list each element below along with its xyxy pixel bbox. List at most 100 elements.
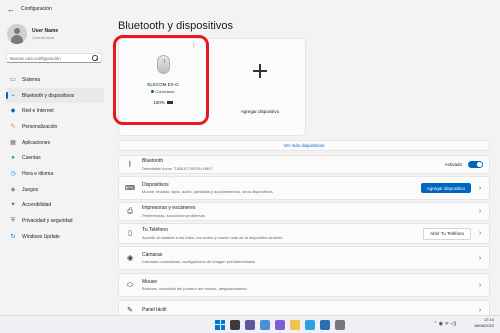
sidebar-item-label: Personalización bbox=[22, 123, 58, 130]
camera-icon: ◉ bbox=[126, 254, 134, 262]
toggle-state-label: Activado bbox=[444, 162, 462, 167]
row-subtitle: Cámaras conectadas, configuración de ima… bbox=[142, 259, 255, 265]
chevron-right-icon[interactable]: › bbox=[477, 282, 483, 289]
settings-row-devices[interactable]: ⌨ Dispositivos Mouse, teclado, lápiz, audi… bbox=[118, 176, 490, 200]
privacy-shield-icon: ⛨ bbox=[10, 218, 16, 225]
highlight-annotation bbox=[113, 35, 209, 125]
sidebar-item-label: Accesibilidad bbox=[22, 202, 52, 209]
device-card: ⋮ ELECOM EX-G Conectado 100% Agregar dis… bbox=[113, 35, 306, 136]
add-device-button[interactable]: Agregar dispositivo bbox=[420, 183, 471, 193]
user-profile[interactable]: User Name Cuenta local bbox=[7, 24, 58, 44]
taskbar: ⌃ ◉ ᯤ ◁) 17:10 16/06/2022 bbox=[0, 315, 500, 333]
sidebar-item-red-e-internet[interactable]: ◆ Red e Internet bbox=[6, 103, 104, 119]
personalization-icon: ✎ bbox=[10, 123, 16, 130]
widgets-icon[interactable] bbox=[260, 319, 270, 330]
start-windows-icon[interactable] bbox=[215, 319, 225, 330]
clock[interactable]: 17:10 16/06/2022 bbox=[474, 317, 494, 329]
settings-row-bluetooth[interactable]: ᛒ Bluetooth Detectable como "TABLET-RESLLH… bbox=[118, 155, 490, 174]
add-device-tile[interactable]: Agregar dispositivo bbox=[215, 39, 305, 135]
row-title: Cámaras bbox=[142, 251, 163, 258]
sidebar-item-hora-e-idioma[interactable]: ◷ Hora e idioma bbox=[6, 166, 104, 182]
sidebar-item-bluetooth-y-dispositivos[interactable]: ⌁ Bluetooth y dispositivos bbox=[6, 87, 104, 104]
gaming-icon: ◈ bbox=[10, 186, 16, 193]
sidebar-item-sistema[interactable]: ▭ Sistema bbox=[6, 72, 104, 88]
teams-chat-icon[interactable] bbox=[275, 319, 285, 330]
settings-row-phone[interactable]: ▯ Tu Teléfono Accede al instante a las fot… bbox=[118, 223, 490, 244]
devices-icon: ⌨ bbox=[124, 184, 136, 192]
see-more-devices-link[interactable]: Ver más dispositivos bbox=[118, 140, 490, 151]
row-title: Bluetooth bbox=[142, 158, 164, 165]
search-icon bbox=[92, 55, 98, 61]
mouse-icon: ⬭ bbox=[127, 281, 133, 289]
user-subtitle: Cuenta local bbox=[32, 35, 55, 40]
row-title: Impresoras y escáneres bbox=[142, 205, 196, 212]
sidebar-item-accesibilidad[interactable]: ✦ Accesibilidad bbox=[6, 198, 104, 214]
printer-icon: ⎙ bbox=[127, 208, 133, 215]
sidebar-item-label: Red e Internet bbox=[22, 108, 54, 115]
sidebar-item-label: Windows Update bbox=[22, 233, 60, 240]
settings-row-printers[interactable]: ⎙ Impresoras y escáneres Preferencias, sol… bbox=[118, 202, 490, 221]
sidebar-nav: ▭ Sistema ⌁ Bluetooth y dispositivos ◆ Red e … bbox=[6, 72, 104, 245]
chevron-right-icon[interactable]: › bbox=[477, 185, 483, 192]
settings-gear-icon[interactable] bbox=[335, 319, 345, 330]
bluetooth-toggle[interactable] bbox=[468, 160, 483, 169]
back-button[interactable]: ← bbox=[4, 2, 18, 16]
sidebar-item-label: Privacidad y seguridad bbox=[22, 218, 73, 225]
store-icon[interactable] bbox=[320, 319, 330, 330]
row-subtitle: Mouse, teclado, lápiz, audio, pantallas … bbox=[142, 189, 273, 195]
sidebar-item-privacidad-y-seguridad[interactable]: ⛨ Privacidad y seguridad bbox=[6, 213, 104, 229]
sidebar-item-personalización[interactable]: ✎ Personalización bbox=[6, 119, 104, 135]
title-bar: ← Configuración bbox=[0, 0, 500, 18]
sidebar-item-label: Hora e idioma bbox=[22, 170, 54, 177]
system-tray-icons[interactable]: ⌃ ◉ ᯤ ◁) bbox=[433, 321, 456, 327]
sidebar-item-label: Sistema bbox=[22, 76, 41, 83]
sidebar-item-cuentas[interactable]: ● Cuentas bbox=[6, 150, 104, 166]
accessibility-icon: ✦ bbox=[10, 202, 16, 209]
pen-icon: ✎ bbox=[127, 306, 133, 314]
clock-date: 16/06/2022 bbox=[473, 323, 494, 328]
page-title: Bluetooth y dispositivos bbox=[118, 20, 233, 32]
row-title: Panel táctil bbox=[142, 307, 167, 313]
sidebar-item-label: Aplicaciones bbox=[22, 139, 51, 146]
system-icon: ▭ bbox=[10, 76, 16, 83]
open-your-phone-button[interactable]: Abrir Tu Teléfono bbox=[423, 227, 471, 240]
chevron-right-icon[interactable]: › bbox=[477, 230, 483, 237]
sidebar-item-label: Juegos bbox=[22, 186, 39, 193]
add-device-label: Agregar dispositivo bbox=[240, 109, 280, 114]
apps-icon: ▦ bbox=[10, 139, 16, 146]
settings-row-mouse[interactable]: ⬭ Mouse Botones, velocidad del puntero del… bbox=[118, 273, 490, 297]
sidebar-item-label: Bluetooth y dispositivos bbox=[22, 92, 75, 99]
chevron-right-icon[interactable]: › bbox=[477, 307, 483, 314]
row-subtitle: Accede al instante a las fotos, los text… bbox=[142, 234, 283, 240]
bluetooth-icon: ᛒ bbox=[127, 161, 133, 168]
file-explorer-icon[interactable] bbox=[290, 319, 300, 330]
search-placeholder: Buscar una configuración bbox=[10, 55, 61, 61]
plus-icon bbox=[253, 64, 267, 78]
phone-icon: ▯ bbox=[128, 230, 132, 237]
row-title: Tu Teléfono bbox=[142, 227, 168, 234]
edge-browser-icon[interactable] bbox=[305, 319, 315, 330]
sidebar-item-windows-update[interactable]: ↻ Windows Update bbox=[6, 229, 104, 245]
user-name: User Name bbox=[32, 28, 59, 34]
task-view-icon[interactable] bbox=[245, 319, 255, 330]
row-subtitle: Detectable como "TABLET-RESLLH8O" bbox=[142, 165, 213, 171]
avatar bbox=[7, 24, 27, 44]
settings-row-cameras[interactable]: ◉ Cámaras Cámaras conectadas, configuració… bbox=[118, 246, 490, 270]
app-title: Configuración bbox=[21, 6, 52, 12]
row-subtitle: Botones, velocidad del puntero del mouse… bbox=[142, 286, 247, 292]
chevron-right-icon[interactable]: › bbox=[477, 208, 483, 215]
network-icon: ◆ bbox=[10, 108, 16, 115]
search-input[interactable]: Buscar una configuración bbox=[6, 53, 102, 63]
row-subtitle: Preferencias, solucionar problemas bbox=[142, 212, 205, 218]
sidebar-item-juegos[interactable]: ◈ Juegos bbox=[6, 182, 104, 198]
accounts-icon: ● bbox=[11, 155, 15, 162]
row-title: Mouse bbox=[142, 278, 158, 285]
windows-update-icon: ↻ bbox=[10, 233, 16, 240]
bluetooth-devices-icon: ⌁ bbox=[11, 92, 15, 99]
sidebar-item-aplicaciones[interactable]: ▦ Aplicaciones bbox=[6, 135, 104, 151]
search-taskbar-icon[interactable] bbox=[230, 319, 240, 330]
chevron-right-icon[interactable]: › bbox=[477, 255, 483, 262]
time-language-icon: ◷ bbox=[10, 170, 16, 177]
main-content: Bluetooth y dispositivos ⋮ ELECOM EX-G C… bbox=[113, 18, 490, 320]
row-title: Dispositivos bbox=[142, 181, 169, 188]
